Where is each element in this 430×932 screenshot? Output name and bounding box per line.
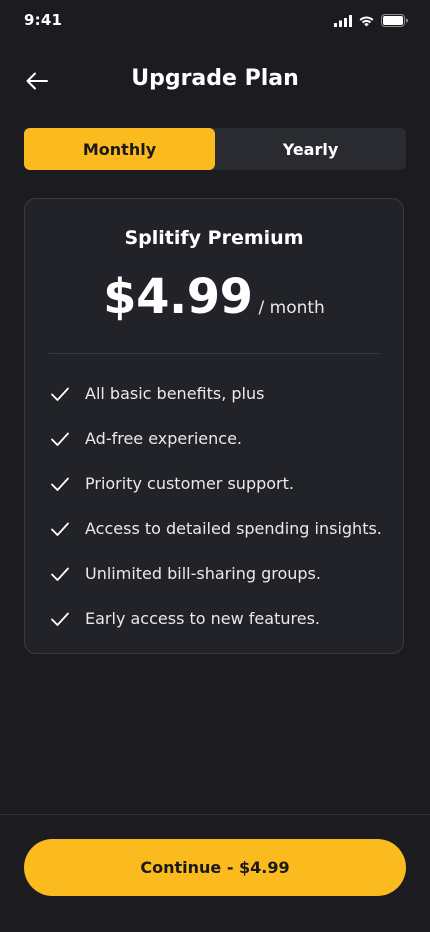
feature-label: Unlimited bill-sharing groups. <box>85 564 321 583</box>
feature-item: Early access to new features. <box>49 596 393 641</box>
price-row: $4.99 / month <box>25 269 403 325</box>
feature-label: Early access to new features. <box>85 609 320 628</box>
check-icon <box>51 387 69 401</box>
plan-card: Splitify Premium $4.99 / month All basic… <box>24 198 404 654</box>
cellular-signal-icon <box>334 14 352 27</box>
feature-item: Unlimited bill-sharing groups. <box>49 551 393 596</box>
bottom-bar: Continue - $4.99 <box>0 814 430 932</box>
check-icon <box>51 522 69 536</box>
feature-item: All basic benefits, plus <box>49 371 393 416</box>
feature-label: Priority customer support. <box>85 474 294 493</box>
check-icon <box>51 432 69 446</box>
feature-label: All basic benefits, plus <box>85 384 265 403</box>
feature-label: Access to detailed spending insights. <box>85 519 382 538</box>
feature-list: All basic benefits, plus Ad-free experie… <box>49 371 393 641</box>
feature-item: Priority customer support. <box>49 461 393 506</box>
feature-label: Ad-free experience. <box>85 429 242 448</box>
feature-item: Ad-free experience. <box>49 416 393 461</box>
page-title: Upgrade Plan <box>131 66 299 91</box>
battery-icon <box>381 14 408 27</box>
divider <box>49 353 379 354</box>
header: Upgrade Plan <box>0 56 430 104</box>
check-icon <box>51 477 69 491</box>
check-icon <box>51 567 69 581</box>
status-bar: 9:41 <box>0 0 430 44</box>
continue-button[interactable]: Continue - $4.99 <box>24 839 406 896</box>
plan-period: / month <box>258 298 325 318</box>
feature-item: Access to detailed spending insights. <box>49 506 393 551</box>
status-time: 9:41 <box>24 11 63 29</box>
plan-name: Splitify Premium <box>124 227 304 249</box>
status-icons <box>334 14 408 27</box>
plan-price: $4.99 <box>103 269 253 325</box>
tab-monthly[interactable]: Monthly <box>24 128 215 170</box>
billing-period-toggle: Monthly Yearly <box>24 128 406 170</box>
wifi-icon <box>359 16 374 26</box>
check-icon <box>51 612 69 626</box>
tab-yearly[interactable]: Yearly <box>215 128 406 170</box>
